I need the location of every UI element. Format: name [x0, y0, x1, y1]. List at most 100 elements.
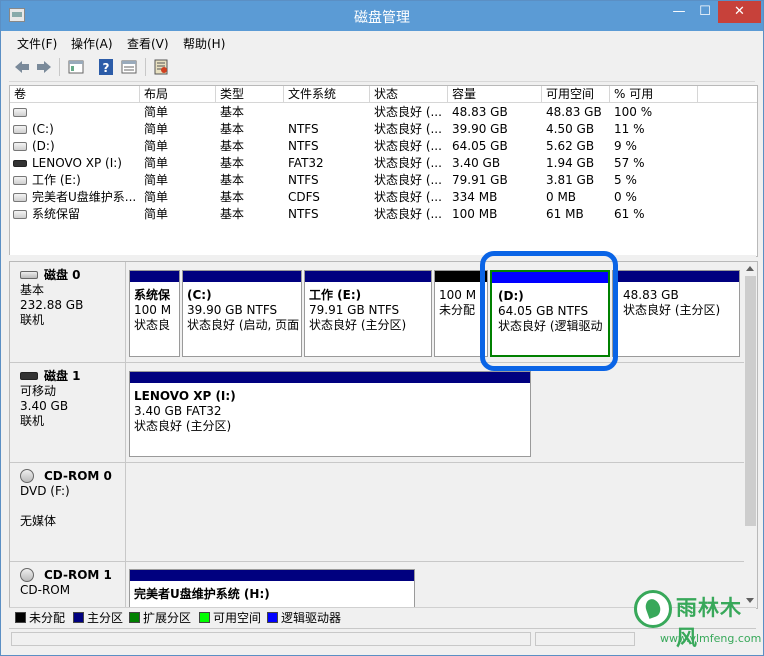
disk-graphical-view: 磁盘 0 基本 232.88 GB 联机 系统保 100 M 状态良 (C:) 39.…: [9, 261, 758, 609]
watermark-url: www.ylmfeng.com: [660, 632, 762, 645]
window-title: 磁盘管理: [354, 10, 410, 26]
properties-icon[interactable]: [67, 58, 85, 76]
col-header-free-space[interactable]: 可用空间: [542, 86, 610, 103]
cell-status: 状态良好 (...: [374, 173, 442, 187]
cell-volume: LENOVO XP (I:): [32, 156, 122, 170]
back-arrow-icon[interactable]: [13, 58, 31, 76]
cell-filesystem: CDFS: [288, 190, 320, 204]
cell-type: 基本: [220, 173, 245, 187]
cell-capacity: 64.05 GB: [452, 139, 508, 153]
cell-filesystem: NTFS: [288, 173, 319, 187]
menu-file[interactable]: 文件(F): [17, 35, 57, 52]
col-header-empty: [698, 86, 757, 103]
col-header-layout[interactable]: 布局: [140, 86, 216, 103]
col-header-capacity[interactable]: 容量: [448, 86, 542, 103]
cell-free-space: 0 MB: [546, 190, 577, 204]
usb-drive-icon: [13, 160, 27, 167]
disk-0-size: 232.88 GB: [20, 298, 84, 312]
cell-layout: 简单: [144, 122, 169, 136]
table-row[interactable]: 完美者U盘维护系... 简单 基本 CDFS 状态良好 (... 334 MB 0 MB 0 …: [10, 189, 757, 206]
col-header-percent-free[interactable]: % 可用: [610, 86, 698, 103]
col-header-filesystem[interactable]: 文件系统: [284, 86, 370, 103]
disk-1-state: 联机: [20, 414, 45, 428]
cell-capacity: 100 MB: [452, 207, 498, 221]
minimize-button[interactable]: —: [666, 1, 692, 23]
cell-percent-free: 57 %: [614, 156, 645, 170]
toolbar: ?: [9, 53, 755, 82]
menu-action[interactable]: 操作(A): [71, 35, 113, 52]
cell-percent-free: 5 %: [614, 173, 637, 187]
forward-arrow-icon[interactable]: [35, 58, 53, 76]
title-bar[interactable]: 磁盘管理 — ☐ ✕: [1, 1, 763, 31]
table-row[interactable]: LENOVO XP (I:) 简单 基本 FAT32 状态良好 (... 3.40 GB 1…: [10, 155, 757, 172]
partition-primary-48gb[interactable]: 48.83 GB 状态良好 (主分区): [612, 270, 740, 357]
cell-filesystem: NTFS: [288, 139, 319, 153]
partition-unallocated[interactable]: 100 M 未分配: [434, 270, 488, 357]
cell-status: 状态良好 (...: [374, 139, 442, 153]
disk-tool-icon[interactable]: [152, 58, 170, 76]
cell-free-space: 1.94 GB: [546, 156, 595, 170]
cell-capacity: 79.91 GB: [452, 173, 508, 187]
cell-free-space: 3.81 GB: [546, 173, 595, 187]
cdrom-1-label[interactable]: CD-ROM 1 CD-ROM: [10, 562, 126, 608]
menu-view[interactable]: 查看(V): [127, 35, 169, 52]
menu-bar: 文件(F) 操作(A) 查看(V) 帮助(H): [9, 31, 755, 53]
scrollbar-thumb[interactable]: [745, 276, 756, 526]
table-row[interactable]: 系统保留 简单 基本 NTFS 状态良好 (... 100 MB 61 MB 61 %: [10, 206, 757, 223]
status-section: [11, 632, 531, 646]
col-header-volume[interactable]: 卷: [10, 86, 140, 103]
cell-layout: 简单: [144, 105, 169, 119]
legend-extended: 扩展分区: [129, 612, 191, 624]
table-row[interactable]: (D:) 简单 基本 NTFS 状态良好 (... 64.05 GB 5.62 GB 9 %: [10, 138, 757, 155]
cdrom-0-label[interactable]: CD-ROM 0 DVD (F:) 无媒体: [10, 463, 126, 562]
scroll-up-arrow-icon[interactable]: [746, 266, 754, 271]
disk-management-window: 磁盘管理 — ☐ ✕ 文件(F) 操作(A) 查看(V) 帮助(H) ? 卷 布…: [0, 0, 764, 656]
partition-e[interactable]: 工作 (E:) 79.91 GB NTFS 状态良好 (主分区): [304, 270, 432, 357]
cell-filesystem: [288, 104, 370, 121]
disk-1-size: 3.40 GB: [20, 399, 69, 413]
cell-free-space: 61 MB: [546, 207, 584, 221]
toolbar-separator: [59, 58, 60, 76]
cell-capacity: 39.90 GB: [452, 122, 508, 136]
disk-0-label[interactable]: 磁盘 0 基本 232.88 GB 联机: [10, 262, 126, 363]
cell-type: 基本: [220, 207, 245, 221]
cell-status: 状态良好 (...: [374, 122, 442, 136]
disk-1-label[interactable]: 磁盘 1 可移动 3.40 GB 联机: [10, 363, 126, 463]
cell-status: 状态良好 (...: [374, 156, 442, 170]
partition-c[interactable]: (C:) 39.90 GB NTFS 状态良好 (启动, 页面: [182, 270, 302, 357]
legend-unallocated: 未分配: [15, 612, 65, 624]
disk-view-scrollbar[interactable]: [744, 262, 757, 608]
table-row[interactable]: (C:) 简单 基本 NTFS 状态良好 (... 39.90 GB 4.50 GB 11 %: [10, 121, 757, 138]
disk-1-name: 磁盘 1: [44, 369, 81, 383]
cell-type: 基本: [220, 139, 245, 153]
cell-percent-free: 100 %: [614, 105, 653, 119]
cdrom-0-state: 无媒体: [20, 514, 57, 528]
partition-system-reserved[interactable]: 系统保 100 M 状态良: [129, 270, 180, 357]
menu-help[interactable]: 帮助(H): [183, 35, 225, 52]
drive-icon: [13, 108, 27, 117]
partition-d-logical[interactable]: (D:) 64.05 GB NTFS 状态良好 (逻辑驱动: [490, 270, 610, 357]
table-row[interactable]: 工作 (E:) 简单 基本 NTFS 状态良好 (... 79.91 GB 3.81 GB 5…: [10, 172, 757, 189]
cell-layout: 简单: [144, 156, 169, 170]
toolbar-separator: [145, 58, 146, 76]
maximize-button[interactable]: ☐: [692, 1, 718, 23]
view-list-icon[interactable]: [120, 58, 138, 76]
partition-h-cdfs[interactable]: 完美者U盘维护系统 (H:): [129, 569, 415, 608]
cell-volume: 工作 (E:): [32, 173, 81, 187]
col-header-type[interactable]: 类型: [216, 86, 284, 103]
partition-i-lenovo[interactable]: LENOVO XP (I:) 3.40 GB FAT32 状态良好 (主分区): [129, 371, 531, 457]
disk-0-name: 磁盘 0: [44, 268, 81, 282]
cell-volume: (C:): [32, 122, 54, 136]
cdrom-0-name: CD-ROM 0: [44, 469, 112, 483]
close-button[interactable]: ✕: [718, 1, 761, 23]
cdrom-0-partitions: [126, 463, 744, 562]
cell-free-space: 4.50 GB: [546, 122, 595, 136]
cell-percent-free: 61 %: [614, 207, 645, 221]
help-icon[interactable]: ?: [97, 58, 115, 76]
cell-volume: (D:): [32, 139, 55, 153]
col-header-status[interactable]: 状态: [370, 86, 448, 103]
legend-free-space: 可用空间: [199, 612, 261, 624]
table-row[interactable]: 简单 基本 状态良好 (... 48.83 GB 48.83 GB 100 %: [10, 104, 757, 121]
disk-1-type: 可移动: [20, 384, 57, 398]
drive-icon: [13, 142, 27, 151]
